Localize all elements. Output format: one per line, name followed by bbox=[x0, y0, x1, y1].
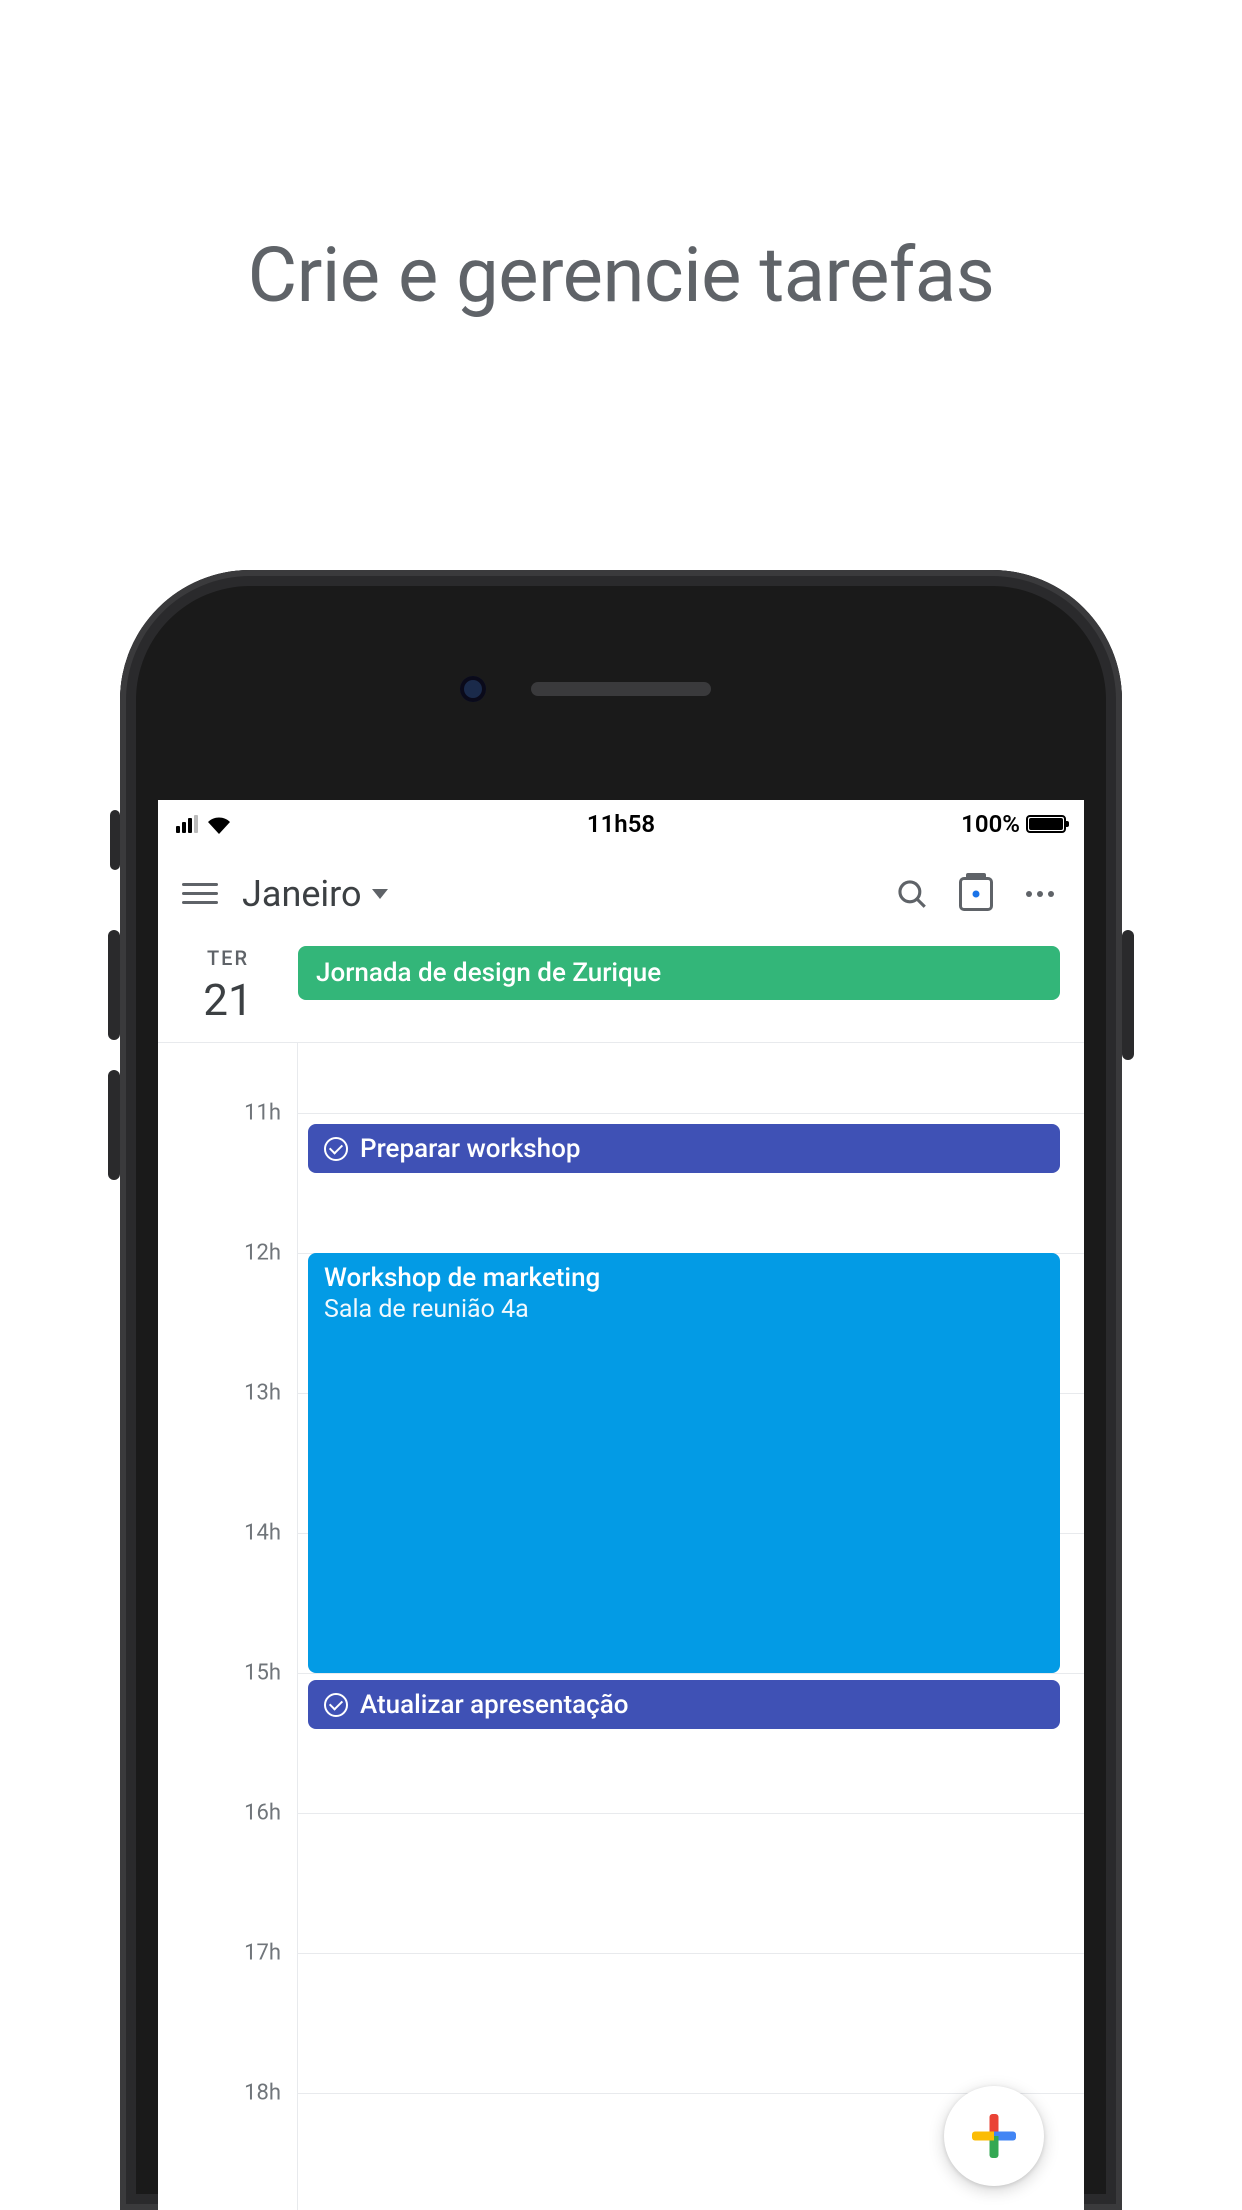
month-label: Janeiro bbox=[242, 873, 362, 915]
event-title: Preparar workshop bbox=[360, 1134, 581, 1164]
phone-camera bbox=[460, 676, 486, 702]
grid-line bbox=[298, 1813, 1084, 1814]
day-label[interactable]: TER 21 bbox=[158, 940, 298, 1026]
phone-mute-switch bbox=[110, 810, 120, 870]
task-check-icon bbox=[324, 1137, 348, 1161]
phone-volume-up bbox=[108, 930, 120, 1040]
menu-icon[interactable] bbox=[182, 883, 218, 904]
allday-event[interactable]: Jornada de design de Zurique bbox=[298, 946, 1060, 1000]
task-check-icon bbox=[324, 1693, 348, 1717]
search-icon[interactable] bbox=[892, 874, 932, 914]
hour-label: 12h bbox=[244, 1241, 281, 1266]
create-fab[interactable] bbox=[944, 2086, 1044, 2186]
day-number: 21 bbox=[158, 974, 298, 1026]
hour-label: 17h bbox=[244, 1941, 281, 1966]
day-header: TER 21 Jornada de design de Zurique bbox=[158, 940, 1084, 1043]
chevron-down-icon bbox=[372, 889, 388, 899]
grid-line bbox=[298, 1953, 1084, 1954]
event-location: Sala de reunião 4a bbox=[324, 1295, 1044, 1324]
timeline[interactable]: 11h12h13h14h15h16h17h18h19h Preparar wor… bbox=[158, 1043, 1084, 2210]
marketing-headline: Crie e gerencie tarefas bbox=[0, 230, 1242, 320]
month-dropdown[interactable]: Janeiro bbox=[242, 873, 388, 915]
event-title: Atualizar apresentação bbox=[360, 1690, 628, 1720]
phone-volume-down bbox=[108, 1070, 120, 1180]
grid-line bbox=[298, 1673, 1084, 1674]
calendar-event[interactable]: Workshop de marketingSala de reunião 4a bbox=[308, 1253, 1060, 1673]
hour-label: 11h bbox=[244, 1101, 281, 1126]
hour-label: 18h bbox=[244, 2081, 281, 2106]
battery-percent: 100% bbox=[961, 810, 1020, 838]
time-gutter: 11h12h13h14h15h16h17h18h19h bbox=[158, 1043, 298, 2210]
task-event[interactable]: Preparar workshop bbox=[308, 1124, 1060, 1173]
more-icon[interactable] bbox=[1020, 874, 1060, 914]
app-header: Janeiro bbox=[158, 848, 1084, 940]
event-title: Workshop de marketing bbox=[324, 1263, 1044, 1293]
phone-speaker bbox=[531, 682, 711, 696]
hour-label: 14h bbox=[244, 1521, 281, 1546]
grid-line bbox=[298, 1113, 1084, 1114]
battery-icon bbox=[1026, 815, 1066, 833]
wifi-icon bbox=[206, 814, 232, 834]
phone-power-button bbox=[1122, 930, 1134, 1060]
phone-frame: 11h58 100% Janeiro bbox=[120, 570, 1122, 2210]
status-bar: 11h58 100% bbox=[158, 800, 1084, 848]
phone-screen: 11h58 100% Janeiro bbox=[158, 800, 1084, 2210]
hour-label: 13h bbox=[244, 1381, 281, 1406]
hour-label: 16h bbox=[244, 1801, 281, 1826]
cellular-signal-icon bbox=[176, 815, 198, 833]
plus-icon bbox=[972, 2114, 1016, 2158]
today-icon[interactable] bbox=[956, 874, 996, 914]
status-time: 11h58 bbox=[473, 810, 770, 838]
hour-label: 15h bbox=[244, 1661, 281, 1686]
allday-section: Jornada de design de Zurique bbox=[298, 940, 1084, 1026]
day-weekday: TER bbox=[158, 946, 298, 970]
task-event[interactable]: Atualizar apresentação bbox=[308, 1680, 1060, 1729]
